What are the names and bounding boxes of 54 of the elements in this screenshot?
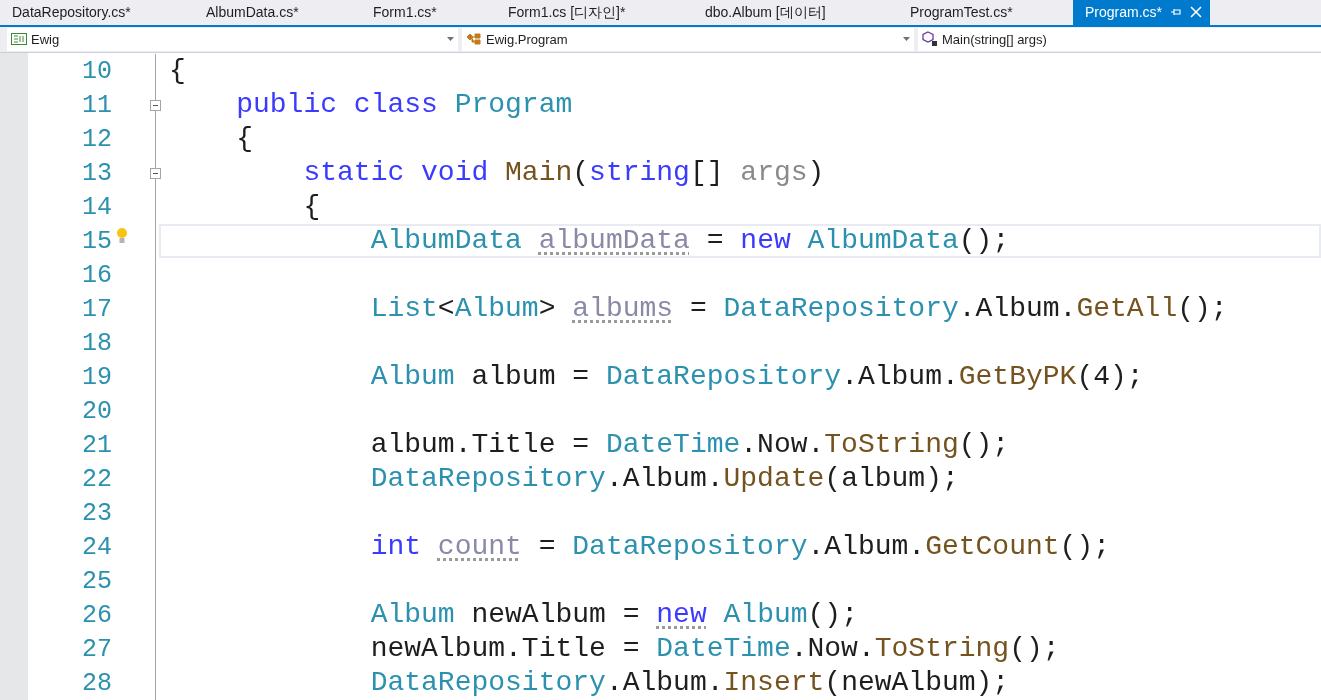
method-icon (922, 31, 938, 48)
line-number: 18 (81, 330, 112, 356)
line-number: 10 (81, 58, 112, 84)
file-tab[interactable]: Form1.cs [디자인]* (496, 0, 693, 25)
code-line: { (235, 125, 253, 153)
file-tab[interactable]: Program.cs* (1073, 0, 1211, 25)
dropdown-caret-icon (903, 37, 910, 42)
code-line: Album newAlbum = new Album(); (369, 601, 858, 629)
line-number: 26 (81, 602, 112, 628)
code-line: AlbumData albumData = new AlbumData(); (369, 227, 1010, 255)
code-line: DataRepository.Album.Update(album); (369, 465, 959, 493)
class-icon (466, 32, 482, 47)
project-name: Ewig (31, 30, 61, 49)
line-number: 28 (81, 670, 112, 696)
code-line: { (302, 193, 321, 221)
code-line: newAlbum.Title = DateTime.Now.ToString(); (369, 635, 1060, 663)
type-name: Ewig.Program (486, 30, 569, 49)
file-tab[interactable]: DataRepository.cs* (0, 0, 194, 25)
line-number: 25 (81, 568, 112, 594)
type-dropdown[interactable]: Ewig.Program (462, 27, 914, 51)
line-number: 13 (81, 160, 112, 186)
line-number: 23 (81, 500, 112, 526)
collapse-icon[interactable] (150, 99, 161, 111)
code-line: public class Program (235, 91, 573, 119)
project-dropdown[interactable]: Ewig (7, 27, 458, 51)
dropdown-caret-icon (447, 37, 454, 42)
line-number: 17 (81, 296, 112, 322)
file-tab[interactable]: AlbumData.cs* (194, 0, 361, 25)
line-number: 15 (81, 228, 112, 254)
line-number: 20 (81, 398, 112, 424)
file-tab[interactable]: ProgramTest.cs* (898, 0, 1073, 25)
line-number: 12 (81, 126, 112, 152)
file-tab[interactable]: Form1.cs* (361, 0, 496, 25)
member-dropdown[interactable]: Main(string[] args) (918, 27, 1321, 51)
line-number: 21 (81, 432, 112, 458)
line-number: 24 (81, 534, 112, 560)
collapse-icon[interactable] (150, 167, 161, 179)
project-icon (11, 33, 27, 46)
line-number: 11 (81, 92, 112, 118)
line-number: 22 (81, 466, 112, 492)
code-line: Album album = DataRepository.Album.GetByPK(4); (369, 363, 1144, 391)
close-icon[interactable] (1190, 6, 1203, 19)
code-line: static void Main(string[] args) (302, 159, 825, 187)
code-line: album.Title = DateTime.Now.ToString(); (369, 431, 1010, 459)
code-line: List<Album> albums = DataRepository.Album.GetAll(); (369, 295, 1228, 323)
line-number: 14 (81, 194, 112, 220)
line-number: 27 (81, 636, 112, 662)
line-number: 19 (81, 364, 112, 390)
code-line: { (169, 57, 186, 85)
member-name: Main(string[] args) (942, 30, 1047, 49)
code-line: int count = DataRepository.Album.GetCount(); (369, 533, 1110, 561)
file-tab[interactable]: dbo.Album [데이터] (693, 0, 898, 25)
code-line: DataRepository.Album.Insert(newAlbum); (369, 669, 1010, 697)
line-number: 16 (81, 262, 112, 288)
